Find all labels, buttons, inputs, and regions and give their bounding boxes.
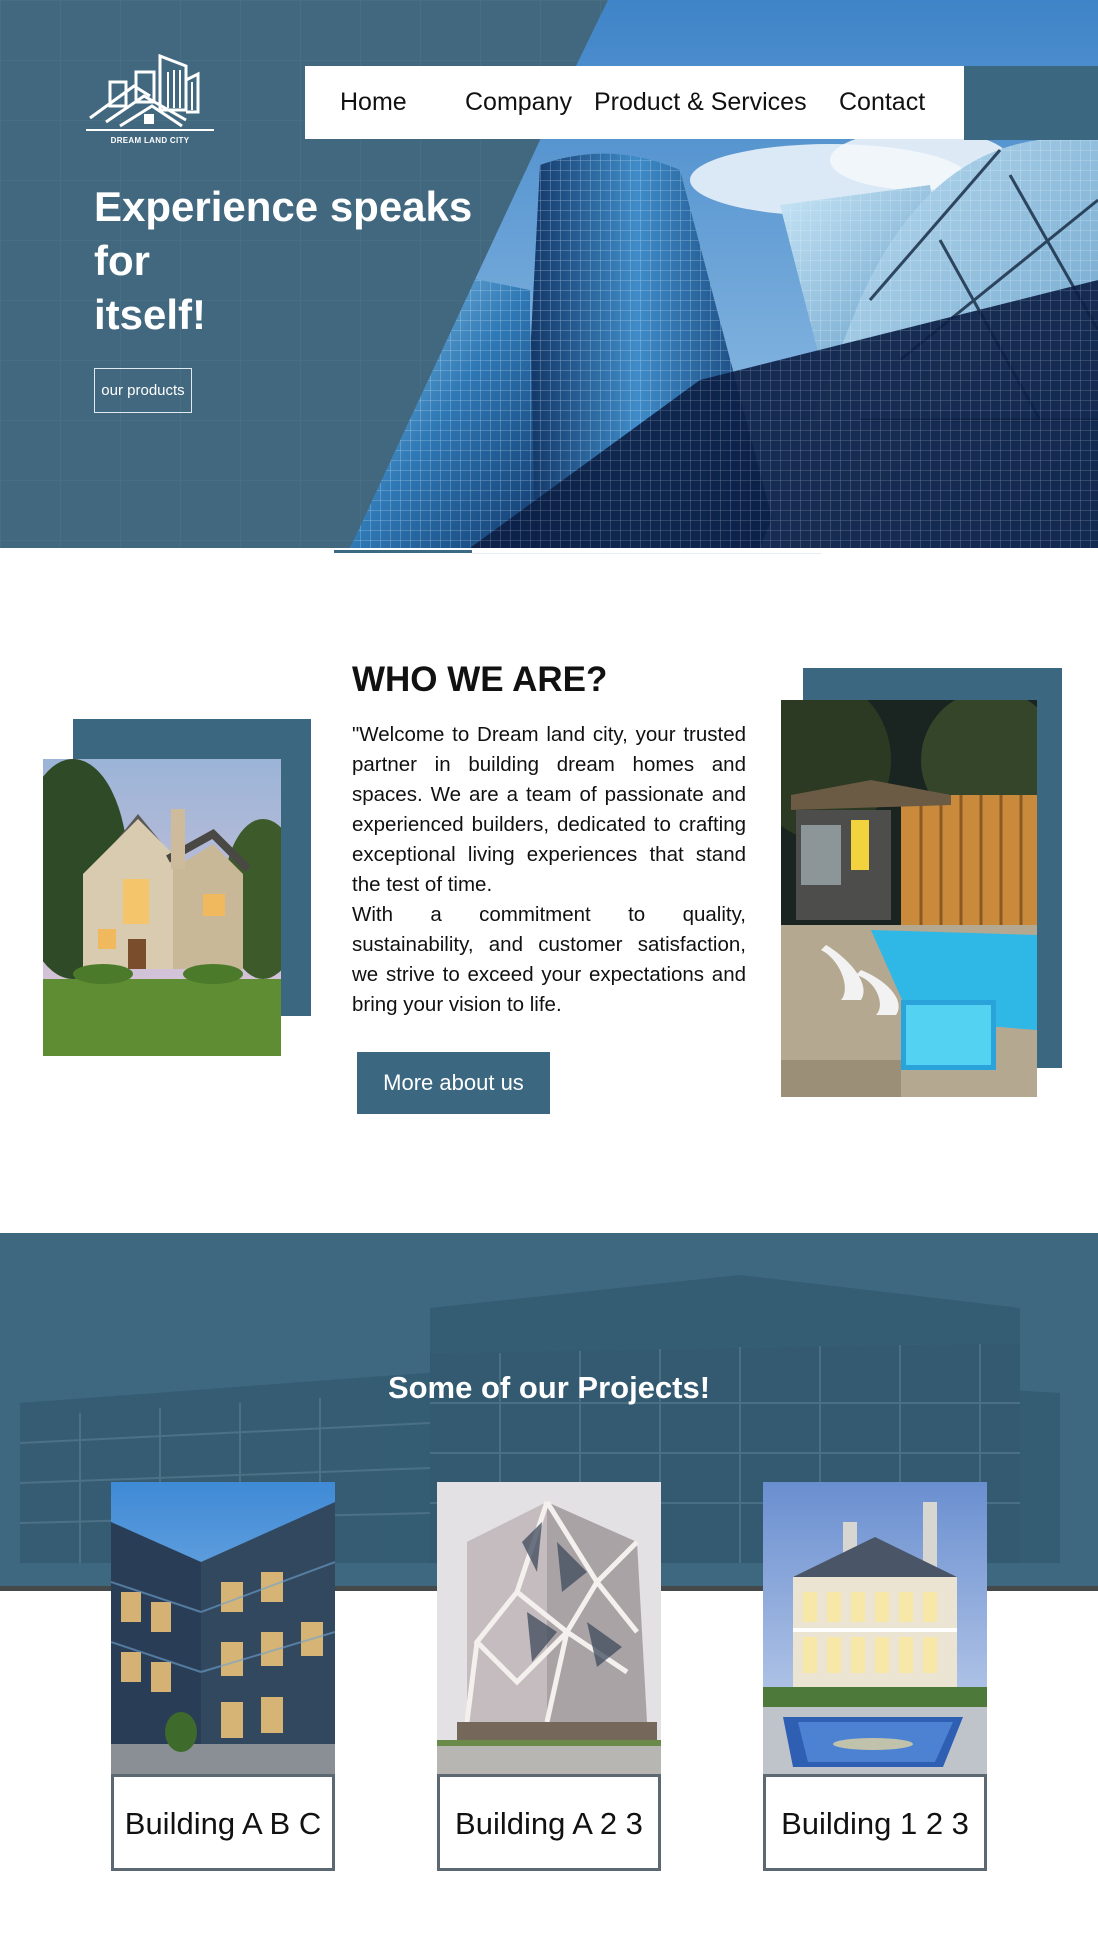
hero-title: Experience speaks for itself!: [94, 183, 473, 338]
divider: [472, 553, 822, 554]
project-card-label: Building A 2 3: [440, 1774, 658, 1868]
house-photo: [43, 759, 281, 1056]
our-products-button[interactable]: our products: [94, 368, 192, 413]
projects-title: Some of our Projects!: [387, 1370, 711, 1405]
project-photo: [437, 1482, 661, 1774]
nav-item-home[interactable]: Home: [340, 66, 407, 139]
project-card-building-abc[interactable]: Building A B C: [111, 1482, 335, 1871]
project-card-building-123[interactable]: Building 1 2 3: [763, 1482, 987, 1871]
project-card-label: Building 1 2 3: [766, 1774, 984, 1868]
main-navigation: Home Company Product & Services Contact: [305, 66, 964, 139]
brand-logo[interactable]: DREAM LAND CITY: [86, 52, 214, 152]
about-description: "Welcome to Dream land city, your truste…: [352, 720, 746, 1020]
project-photo: [111, 1482, 335, 1774]
hero-slide-indicator: [334, 550, 472, 553]
project-card-building-a23[interactable]: Building A 2 3: [437, 1482, 661, 1871]
project-card-label: Building A B C: [114, 1774, 332, 1868]
more-about-us-button[interactable]: More about us: [357, 1052, 550, 1114]
project-photo: [763, 1482, 987, 1774]
brand-name: DREAM LAND CITY: [110, 136, 190, 145]
nav-item-products-services[interactable]: Product & Services: [594, 66, 807, 139]
about-paragraph: "Welcome to Dream land city, your truste…: [352, 723, 746, 896]
about-heading: WHO WE ARE?: [352, 660, 608, 699]
nav-item-company[interactable]: Company: [465, 66, 572, 139]
nav-item-contact[interactable]: Contact: [839, 66, 925, 139]
hero-banner: DREAM LAND CITY Home Company Product & S…: [0, 0, 1098, 548]
about-paragraph: With a commitment to quality, sustainabi…: [352, 903, 746, 1016]
pool-house-photo: [781, 700, 1037, 1097]
building-house-logo-icon: [86, 53, 214, 131]
